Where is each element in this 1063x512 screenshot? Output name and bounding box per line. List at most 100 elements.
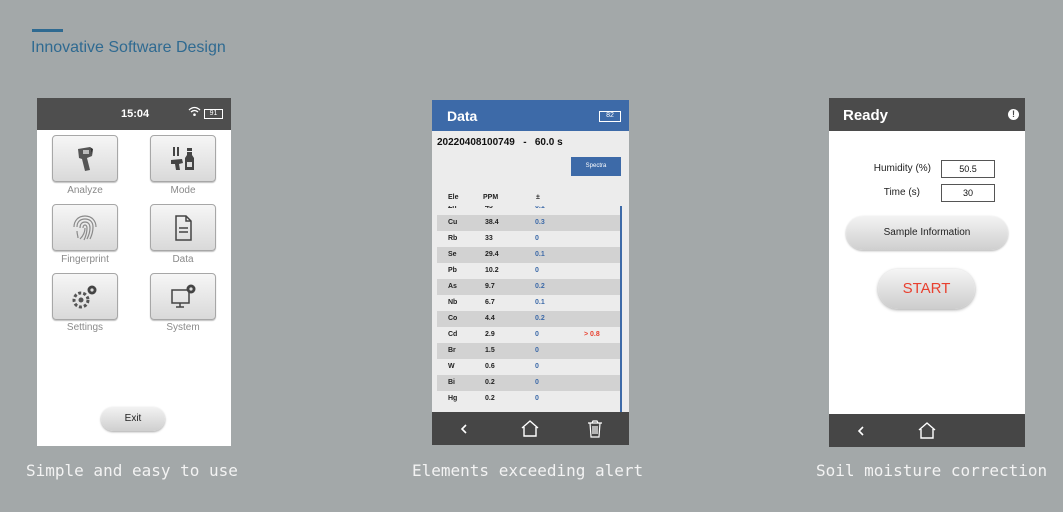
element-cell: Zn [448, 206, 457, 210]
results-table[interactable]: Zn 45 0.1 Cu 38.4 0.3 Rb 33 0 Se 29.4 0.1 Pb 10.2 0 As 9… [437, 206, 620, 412]
element-cell: Co [448, 315, 458, 322]
system-button[interactable] [150, 273, 216, 320]
column-header-element: Ele [448, 194, 459, 201]
element-cell: Cu [448, 219, 458, 226]
table-row: Se 29.4 0.1 [437, 247, 620, 263]
tile-label-analyze: Analyze [67, 185, 103, 196]
error-cell: 0 [535, 267, 539, 274]
table-row: Pb 10.2 0 [437, 263, 620, 279]
tile-label-settings: Settings [66, 322, 104, 333]
ppm-cell: 0.2 [485, 379, 495, 386]
page-title: Innovative Software Design [31, 39, 226, 56]
error-cell: 0 [535, 347, 539, 354]
tile-label-data: Data [172, 254, 194, 265]
table-row: Br 1.5 0 [437, 343, 620, 359]
table-row: Rb 33 0 [437, 231, 620, 247]
caption-moisture: Soil moisture correction [816, 461, 1048, 480]
element-cell: As [448, 283, 457, 290]
info-icon[interactable]: ! [1008, 109, 1019, 120]
moisture-correction-screen: Ready ! Humidity (%) 50.5 Time (s) 30 Sa… [829, 98, 1025, 447]
column-header-error: ± [536, 194, 540, 201]
error-cell: 0 [535, 363, 539, 370]
battery-indicator: 82 [599, 111, 621, 122]
wifi-icon [188, 106, 201, 120]
status-bar: 15:04 91 [37, 98, 231, 130]
fingerprint-button[interactable] [52, 204, 118, 251]
table-row: Hg 0.2 0 [437, 391, 620, 407]
caption-alert: Elements exceeding alert [412, 461, 644, 480]
exit-button[interactable]: Exit [101, 407, 165, 431]
scrollbar[interactable] [620, 206, 622, 412]
table-row: Bi 0.2 0 [437, 375, 620, 391]
error-cell: 0.2 [535, 315, 545, 322]
error-cell: 0.3 [535, 219, 545, 226]
ppm-cell: 6.7 [485, 299, 495, 306]
element-cell: Rb [448, 235, 458, 242]
mode-button[interactable] [150, 135, 216, 182]
back-arrow-icon[interactable] [856, 425, 866, 437]
document-icon [175, 214, 192, 241]
computer-gear-icon [171, 284, 196, 308]
sample-id: 20220408100749 - 60.0 s [437, 137, 563, 148]
element-cell: Bi [448, 379, 455, 386]
tile-label-mode: Mode [170, 185, 196, 196]
table-row: W 0.6 0 [437, 359, 620, 375]
element-cell: Br [448, 347, 456, 354]
error-cell: 0 [535, 379, 539, 386]
alert-cell: > 0.8 [584, 331, 600, 338]
time-input[interactable]: 30 [941, 184, 995, 202]
table-row: Zn 45 0.1 [437, 206, 620, 215]
data-screen: Data 82 20220408100749 - 60.0 s Spectra … [432, 100, 629, 445]
data-header: Data 82 [432, 100, 629, 131]
ppm-cell: 0.6 [485, 363, 495, 370]
error-cell: 0 [535, 331, 539, 338]
sample-information-button[interactable]: Sample Information [846, 216, 1008, 250]
element-cell: Cd [448, 331, 458, 338]
element-cell: Se [448, 251, 457, 258]
fingerprint-icon [73, 214, 97, 240]
table-row: Cu 38.4 0.3 [437, 215, 620, 231]
column-header-ppm: PPM [483, 194, 499, 201]
humidity-input[interactable]: 50.5 [941, 160, 995, 178]
element-cell: Nb [448, 299, 458, 306]
spectra-button[interactable]: Spectra [571, 157, 621, 176]
screen-title: Ready [843, 107, 889, 124]
caption-simple: Simple and easy to use [26, 461, 238, 480]
data-button[interactable] [150, 204, 216, 251]
home-icon[interactable] [917, 421, 937, 440]
table-row: Cd 2.9 0 > 0.8 [437, 327, 620, 343]
start-button[interactable]: START [878, 269, 975, 309]
element-cell: W [448, 363, 455, 370]
analyzer-gun-icon [78, 146, 93, 171]
error-cell: 0.2 [535, 283, 545, 290]
table-row: Co 4.4 0.2 [437, 311, 620, 327]
time-label: Time (s) [883, 187, 920, 198]
mode-sample-icon [171, 146, 194, 170]
gears-icon [72, 285, 97, 308]
analyze-button[interactable] [52, 135, 118, 182]
error-cell: 0 [535, 395, 539, 402]
trash-icon[interactable] [586, 419, 604, 439]
nav-bar [829, 414, 1025, 447]
ready-header: Ready ! [829, 98, 1025, 131]
back-arrow-icon[interactable] [459, 423, 469, 435]
battery-indicator: 91 [204, 109, 223, 119]
error-cell: 0.1 [535, 299, 545, 306]
table-row: Nb 6.7 0.1 [437, 295, 620, 311]
settings-button[interactable] [52, 273, 118, 320]
clock: 15:04 [121, 108, 150, 120]
ppm-cell: 9.7 [485, 283, 495, 290]
ppm-cell: 38.4 [485, 219, 499, 226]
ppm-cell: 45 [485, 206, 493, 210]
tile-label-fingerprint: Fingerprint [61, 254, 109, 265]
accent-bar [32, 29, 63, 32]
error-cell: 0.1 [535, 206, 545, 210]
humidity-label: Humidity (%) [873, 163, 931, 174]
element-cell: Pb [448, 267, 457, 274]
element-cell: Hg [448, 395, 458, 402]
ppm-cell: 10.2 [485, 267, 499, 274]
tile-label-system: System [166, 322, 200, 333]
home-icon[interactable] [520, 419, 540, 438]
nav-bar [432, 412, 629, 445]
ppm-cell: 1.5 [485, 347, 495, 354]
